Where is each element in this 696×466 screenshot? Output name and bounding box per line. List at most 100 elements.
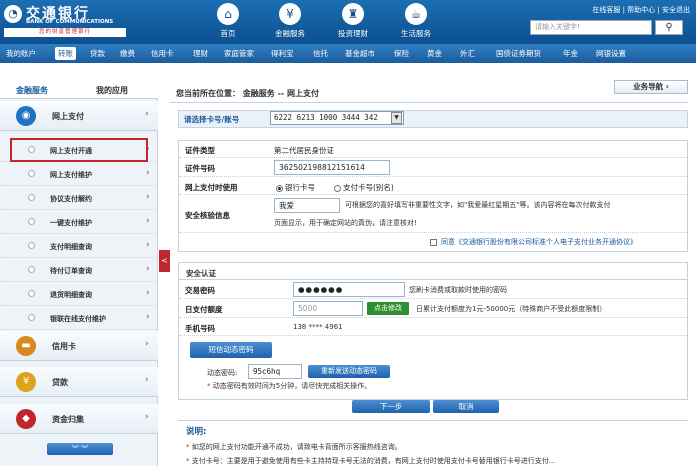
chevron-right-icon: › <box>145 339 149 349</box>
menu-wealth[interactable]: 理财 <box>193 48 208 59</box>
note-text: 如您的网上支付功能开通不成功，请致电卡背面所示客服热线咨询。 <box>191 443 402 451</box>
menu-trust[interactable]: 信托 <box>313 48 328 59</box>
agreement-checkbox[interactable]: 同意《交通银行股份有限公司标准个人电子支付业务开通协议》 <box>430 237 637 247</box>
lock-icon: ♜ <box>342 3 364 25</box>
search-input[interactable]: 请输入关键字! <box>530 20 652 35</box>
sms-password-button[interactable]: 短信动态密码 <box>190 342 272 358</box>
sidebar-sub-label: 待付订单查询 <box>50 267 92 275</box>
sidebar-sub-refund[interactable]: 退货明细查询 › <box>0 282 158 306</box>
sidebar-sub-terminate[interactable]: 协议支付解约 › <box>0 186 158 210</box>
divider <box>170 102 688 103</box>
bullet-icon <box>28 194 35 201</box>
chevron-right-icon: › <box>146 240 150 250</box>
checkbox-icon <box>430 238 437 246</box>
sidebar-sub-detail[interactable]: 支付明细查询 › <box>0 234 158 258</box>
menu-gold[interactable]: 黄金 <box>427 48 442 59</box>
edit-limit-button[interactable]: 点击修改 <box>367 302 409 315</box>
dynamic-password-field[interactable]: 95c6hq <box>248 364 302 379</box>
card-select[interactable]: 6222 6213 1000 3444 342 <box>270 111 404 125</box>
menu-loan[interactable]: 贷款 <box>90 48 105 59</box>
menu-payment[interactable]: 缴费 <box>120 48 135 59</box>
id-type-label: 证件类型 <box>185 146 215 155</box>
pay-use-row: 网上支付时使用 银行卡号 支付卡号(别名) <box>179 177 687 195</box>
sidebar-sub-label: 支付明细查询 <box>50 243 92 251</box>
top-links[interactable]: 在线客服 | 帮助中心 | 安全退出 <box>592 5 690 15</box>
note-text: 支付卡号：主要是用于避免使用有些卡主持持现卡号无法的消费，有网上支付时使用支付卡… <box>191 457 556 465</box>
tab-my-apps[interactable]: 我的应用 <box>96 85 128 96</box>
home-icon: ⌂ <box>217 3 239 25</box>
collapse-sidebar-icon[interactable]: < <box>159 250 170 272</box>
menu-credit-card[interactable]: 信用卡 <box>151 48 174 59</box>
agreement-link[interactable]: 同意《交通银行股份有限公司标准个人电子支付业务开通协议》 <box>441 238 637 246</box>
loan-icon: ¥ <box>16 372 36 392</box>
top-nav-invest[interactable]: ♜ 投资理财 <box>318 3 388 39</box>
cancel-button[interactable]: 取消 <box>433 400 499 413</box>
trade-pwd-label: 交易密码 <box>185 286 215 295</box>
pay-option-card-label: 银行卡号 <box>285 183 315 192</box>
security-row: 安全核验信息 我爱 可根据您的喜好填写非重要性文字，如"我爱最红星期五"等。该内… <box>179 195 687 233</box>
daily-limit-hint: 日累计支付额度为1元-50000元（特殊商户不受此额度限制） <box>416 305 607 313</box>
top-nav-life[interactable]: ☕ 生活服务 <box>381 3 451 39</box>
menu-delibao[interactable]: 得利宝 <box>271 48 294 59</box>
menu-insurance[interactable]: 保险 <box>394 48 409 59</box>
top-nav-finance[interactable]: ¥ 金融服务 <box>255 3 325 39</box>
fund-collect-icon: ◆ <box>16 409 36 429</box>
dynamic-password-label: 动态密码: <box>207 369 238 377</box>
sidebar-cat-fund-collect[interactable]: ◆ 资金归集 › <box>0 404 158 434</box>
phone-row: 手机号码 138 **** 4961 <box>179 318 687 336</box>
sidebar-sub-maintain[interactable]: 网上支付维护 › <box>0 162 158 186</box>
chevron-right-icon: › <box>145 375 149 385</box>
id-number-field[interactable]: 362502198812151614 <box>274 160 390 175</box>
id-type-value: 第二代居民身份证 <box>274 146 334 155</box>
tab-finance-service[interactable]: 金融服务 <box>16 85 48 96</box>
menu-my-account[interactable]: 我的账户 <box>6 48 36 59</box>
business-guide-button[interactable]: 业务导航 › <box>614 80 688 94</box>
security-hint-line1: 可根据您的喜好填写非重要性文字，如"我爱最红星期五"等。该内容将在每次付款支付 <box>345 201 611 209</box>
bank-logo-icon: ◔ <box>4 5 22 23</box>
menu-transfer[interactable]: 转账 <box>55 47 76 60</box>
next-step-button[interactable]: 下一步 <box>352 400 430 413</box>
top-nav-label: 生活服务 <box>401 29 431 38</box>
menu-fund[interactable]: 基金超市 <box>345 48 375 59</box>
sidebar-cat-credit-card[interactable]: ▬ 信用卡 › <box>0 331 158 361</box>
sidebar-cat-label: 信用卡 <box>52 342 76 351</box>
chevron-down-icon[interactable]: ▼ <box>391 112 402 124</box>
search-icon[interactable]: ⚲ <box>655 20 683 35</box>
daily-limit-field[interactable]: 5000 <box>293 301 363 316</box>
pay-option-card-radio[interactable]: 银行卡号 <box>276 182 315 193</box>
top-nav-label: 首页 <box>220 29 236 38</box>
phone-value: 138 **** 4961 <box>293 323 343 331</box>
sidebar-cat-online-pay[interactable]: ◉ 网上支付 › <box>0 101 158 131</box>
bank-name-en: BANK OF COMMUNICATIONS <box>26 19 114 25</box>
pay-use-label: 网上支付时使用 <box>185 183 238 192</box>
chevron-right-icon: › <box>145 412 149 422</box>
security-info-field[interactable]: 我爱 <box>274 198 340 213</box>
bullet-icon <box>28 218 35 225</box>
more-down-icon[interactable]: ︾ ︾ <box>47 443 113 455</box>
sidebar-sub-onekey[interactable]: 一键支付维护 › <box>0 210 158 234</box>
menu-annuity[interactable]: 年金 <box>563 48 578 59</box>
top-nav-home[interactable]: ⌂ 首页 <box>193 3 263 39</box>
sidebar-sub-pending[interactable]: 待付订单查询 › <box>0 258 158 282</box>
menu-settings[interactable]: 网银设置 <box>596 48 626 59</box>
top-nav-label: 投资理财 <box>338 29 368 38</box>
pay-option-alias-radio[interactable]: 支付卡号(别名) <box>334 182 394 193</box>
resend-code-button[interactable]: 重新发送动态密码 <box>308 365 390 378</box>
auth-section-title: 安全认证 <box>186 269 216 278</box>
id-type-row: 证件类型 第二代居民身份证 <box>179 141 687 158</box>
chevron-right-icon: › <box>146 192 150 202</box>
chevron-right-icon: › <box>146 312 150 322</box>
online-pay-icon: ◉ <box>16 106 36 126</box>
menu-forex[interactable]: 外汇 <box>460 48 475 59</box>
menu-family[interactable]: 家庭管家 <box>224 48 254 59</box>
trade-password-field[interactable]: ●●●●●● <box>293 282 405 297</box>
bullet-icon <box>28 266 35 273</box>
sidebar-cat-label: 贷款 <box>52 378 68 387</box>
top-nav-label: 金融服务 <box>275 29 305 38</box>
trade-pwd-hint: 您刷卡消费或取款时使用的密码 <box>409 286 507 294</box>
id-number-label: 证件号码 <box>185 164 215 173</box>
sidebar-sub-unionpay[interactable]: 银联在线支付维护 › <box>0 306 158 330</box>
sidebar-cat-loan[interactable]: ¥ 贷款 › <box>0 367 158 397</box>
menu-bonds[interactable]: 国债证券期货 <box>496 48 541 59</box>
card-select-row <box>178 110 688 128</box>
